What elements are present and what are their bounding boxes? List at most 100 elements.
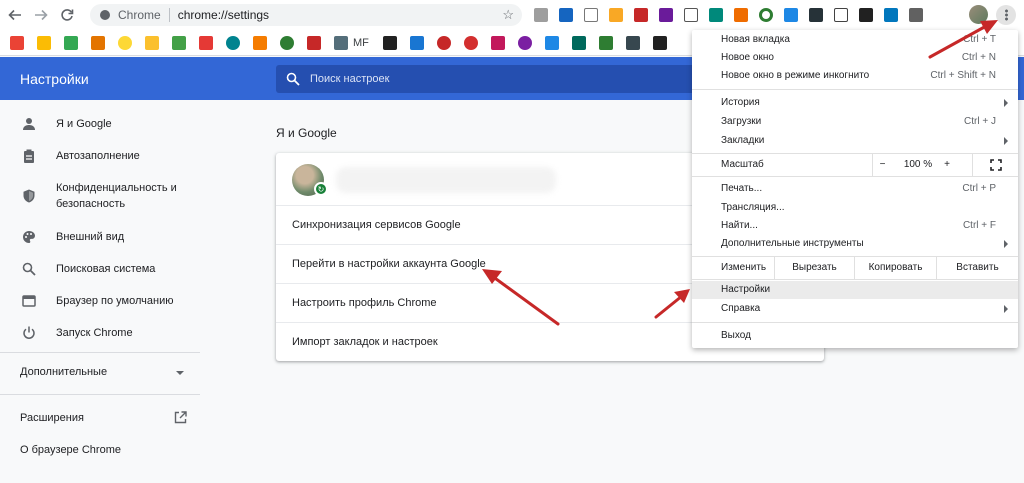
zoom-in-button[interactable]: + [934,154,960,176]
cut-button[interactable]: Вырезать [774,257,854,279]
zoom-out-button[interactable]: − [872,154,892,176]
bookmark-icon[interactable] [64,35,78,50]
palette-icon [22,230,36,244]
extension-icon[interactable] [834,8,848,22]
extension-icon[interactable] [684,8,698,22]
bookmark-icon[interactable] [625,35,640,50]
bookmark-icon[interactable] [118,35,132,50]
menu-item-label: Закладки [721,135,765,146]
bookmark-icon[interactable] [37,35,51,50]
bookmark-icon[interactable] [490,35,505,50]
paste-button[interactable]: Вставить [936,257,1018,279]
sidebar-item-privacy[interactable]: Конфиденциальность и безопасность [0,180,200,212]
search-input[interactable] [310,73,610,85]
back-button[interactable] [4,4,26,26]
sidebar-item-you-and-google[interactable]: Я и Google [0,116,200,132]
forward-button[interactable] [30,4,52,26]
extension-icon[interactable] [559,8,573,22]
chrome-main-menu: Новая вкладка Ctrl + T Новое окно Ctrl +… [692,30,1018,348]
bookmark-icon[interactable] [145,35,159,50]
menu-shortcut: Ctrl + F [962,220,996,231]
bookmark-icon[interactable] [199,35,213,50]
puzzle-icon[interactable] [909,8,923,22]
open-in-new-icon[interactable] [174,411,187,424]
bookmark-icon[interactable] [10,35,24,50]
extension-icon[interactable] [534,8,548,22]
extension-icon[interactable] [584,8,598,22]
menu-item-incognito[interactable]: Новое окно в режиме инкогнито Ctrl + Shi… [692,67,1018,85]
bookmark-icon[interactable] [253,35,267,50]
sidebar-item-on-startup[interactable]: Запуск Chrome [0,325,200,341]
menu-item-cast[interactable]: Трансляция... [692,199,1018,217]
sidebar-item-appearance[interactable]: Внешний вид [0,229,200,245]
bookmark-star-icon[interactable]: ☆ [502,7,514,23]
sidebar-extensions[interactable]: Расширения [20,412,84,424]
bookmark-icon[interactable] [652,35,667,50]
extension-icon[interactable] [859,8,873,22]
reload-button[interactable] [56,4,78,26]
search-icon [22,262,36,276]
menu-divider [692,176,1018,177]
fullscreen-button[interactable] [972,154,1018,176]
menu-item-bookmarks[interactable]: Закладки [692,132,1018,150]
bookmark-icon[interactable] [382,35,397,50]
extension-icon[interactable] [759,8,773,22]
sidebar-item-label: Запуск Chrome [56,327,133,339]
bookmark-icon[interactable] [334,35,348,50]
extension-icon[interactable] [884,8,898,22]
more-vert-icon [1004,9,1008,21]
page-title: Настройки [20,71,89,87]
sidebar-item-autofill[interactable]: Автозаполнение [0,148,200,164]
extension-icon[interactable] [709,8,723,22]
menu-item-settings[interactable]: Настройки [692,281,1018,299]
bookmark-icon[interactable] [598,35,613,50]
bookmark-icon[interactable] [436,35,451,50]
chrome-menu-button[interactable] [996,5,1016,25]
extension-icon[interactable] [634,8,648,22]
menu-item-label: Настройки [721,284,771,295]
bookmark-icon[interactable] [409,35,424,50]
bookmark-icon[interactable] [226,35,240,50]
chevron-right-icon [1004,99,1008,107]
chevron-down-icon[interactable] [176,371,184,375]
menu-item-find[interactable]: Найти... Ctrl + F [692,217,1018,235]
menu-shortcut: Ctrl + N [961,52,996,63]
menu-item-new-window[interactable]: Новое окно Ctrl + N [692,49,1018,67]
menu-edit-row: Изменить Вырезать Копировать Вставить [692,257,1018,279]
sidebar-item-label: Автозаполнение [56,150,140,162]
bookmark-icon[interactable] [544,35,559,50]
sidebar-about-chrome[interactable]: О браузере Chrome [20,444,121,456]
copy-button[interactable]: Копировать [854,257,936,279]
address-bar[interactable]: Chrome chrome://settings ☆ [90,4,522,26]
bookmark-icon[interactable] [571,35,586,50]
menu-zoom-row: Масштаб − 100 % + [692,154,1018,176]
menu-item-label: Справка [721,303,761,314]
menu-item-downloads[interactable]: Загрузки Ctrl + J [692,113,1018,131]
bookmark-icon[interactable] [172,35,186,50]
bookmark-icon[interactable] [307,35,321,50]
bookmark-label[interactable]: MF [353,37,369,49]
extension-icon[interactable] [809,8,823,22]
menu-item-history[interactable]: История [692,94,1018,112]
sidebar-item-search-engine[interactable]: Поисковая система [0,261,200,277]
extension-icon[interactable] [784,8,798,22]
menu-item-exit[interactable]: Выход [692,327,1018,345]
extension-icon[interactable] [609,8,623,22]
menu-item-help[interactable]: Справка [692,300,1018,318]
extension-icon[interactable] [734,8,748,22]
bookmark-icon[interactable] [463,35,478,50]
sidebar-advanced[interactable]: Дополнительные [20,366,107,378]
settings-search[interactable] [276,65,696,93]
extension-icon[interactable] [659,8,673,22]
menu-item-print[interactable]: Печать... Ctrl + P [692,180,1018,198]
sidebar-item-default-browser[interactable]: Браузер по умолчанию [0,293,200,309]
arrow-right-icon [35,9,48,21]
menu-item-more-tools[interactable]: Дополнительные инструменты [692,235,1018,253]
blurred-account-info [336,167,556,193]
browser-toolbar: Chrome chrome://settings ☆ [0,0,1024,30]
profile-avatar[interactable] [969,5,988,24]
bookmark-icon[interactable] [280,35,294,50]
menu-item-new-tab[interactable]: Новая вкладка Ctrl + T [692,31,1018,49]
bookmark-icon[interactable] [517,35,532,50]
bookmark-icon[interactable] [91,35,105,50]
